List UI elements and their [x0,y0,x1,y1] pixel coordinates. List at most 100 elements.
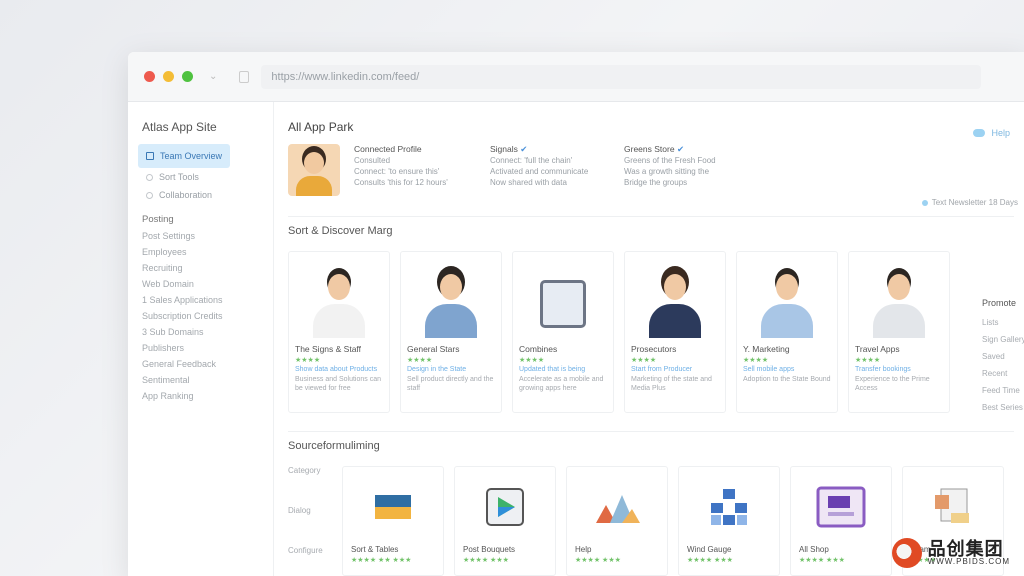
main-content: All App Park Help Text Newsletter 18 Day… [274,102,1024,576]
card-title: Prosecutors [631,344,677,354]
sidebar-link[interactable]: App Ranking [142,388,259,404]
promote-row[interactable]: Lists [982,318,1024,327]
sidebar-link[interactable]: Publishers [142,340,259,356]
promote-row[interactable]: Saved [982,352,1024,361]
card-rating: ★★★★ [519,357,545,364]
close-window-button[interactable] [144,71,155,82]
app-rating: ★★★★ ★★ ★★★ [351,557,412,564]
card-link[interactable]: Transfer bookings [855,366,943,373]
featured-card[interactable]: Combines ★★★★ Updated that is being Acce… [512,251,614,413]
sidebar-item[interactable]: Collaboration [142,186,259,204]
circle-icon [146,191,153,199]
network-icon [687,475,771,539]
grid-icon [146,152,154,160]
profile-column: Signals ✔ Connect: 'full the chain' Acti… [490,144,600,196]
browser-window: ⌄ https://www.linkedin.com/feed/ Atlas A… [128,52,1024,576]
app-card[interactable]: Help ★★★★ ★★★ [566,466,668,576]
promote-row[interactable]: Sign Gallery [982,335,1024,344]
section-heading: Sourceformuliming [288,431,1014,452]
featured-card[interactable]: Travel Apps ★★★★ Transfer bookings Exper… [848,251,950,413]
sidebar-link[interactable]: Recruiting [142,260,259,276]
profile-line: Greens of the Fresh Food [624,156,716,165]
title-bar: ⌄ https://www.linkedin.com/feed/ [128,52,1024,102]
address-bar[interactable]: https://www.linkedin.com/feed/ [261,64,982,89]
profile-line: Connect: 'to ensure this' [354,167,440,176]
sidebar-link[interactable]: 1 Sales Applications [142,292,259,308]
layers-icon [351,475,435,539]
minimize-window-button[interactable] [163,71,174,82]
card-rating: ★★★★ [295,357,321,364]
profile-line: Now shared with data [490,178,567,187]
chevron-down-icon[interactable]: ⌄ [209,71,217,82]
sidebar-item-label: Sort Tools [159,172,199,182]
card-image [631,258,719,338]
verified-icon: ✔ [520,144,528,154]
verified-icon: ✔ [676,144,685,154]
card-link[interactable]: Sell mobile apps [743,366,831,373]
card-link[interactable]: Design in the State [407,366,495,373]
app-title: All Shop [799,545,829,554]
app-rating: ★★★★ ★★★ [575,557,621,564]
tab-icon[interactable] [239,70,250,83]
profile-line: Was a growth sitting the [624,167,710,176]
avatar[interactable] [288,144,340,196]
section-heading: Sort & Discover Marg [288,216,1014,237]
app-title: Wind Gauge [687,545,732,554]
sidebar-item-label: Team Overview [160,151,223,161]
note-text: Text Newsletter 18 Days [931,198,1018,207]
card-link[interactable]: Show data about Products [295,366,383,373]
promote-title: Promote [982,298,1017,308]
promote-panel: Promote Lists Sign Gallery Saved Recent … [982,298,1024,420]
sidebar-item-active[interactable]: Team Overview [138,144,230,168]
top-right-note: Text Newsletter 18 Days [921,198,1018,207]
help-toggle[interactable]: Help [973,128,1010,138]
sidebar-link[interactable]: Web Domain [142,276,259,292]
profile-line: Consulted [354,156,391,165]
sidebar: Atlas App Site Team Overview Sort Tools … [128,102,274,576]
watermark-name: 品创集团 [927,539,1004,559]
circle-icon [146,173,153,181]
help-label: Help [991,128,1010,138]
app-card[interactable]: All Shop ★★★★ ★★★ [790,466,892,576]
promote-row[interactable]: Feed Time [982,386,1024,395]
sidebar-link[interactable]: Subscription Credits [142,308,259,324]
maximize-window-button[interactable] [182,71,193,82]
featured-card[interactable]: Y. Marketing ★★★★ Sell mobile apps Adopt… [736,251,838,413]
app-title: Post Bouquets [463,545,516,554]
card-image [743,258,831,338]
card-rating: ★★★★ [631,357,657,364]
app-rating: ★★★★ ★★★ [687,557,733,564]
card-title: The Signs & Staff [295,344,361,354]
sidebar-link[interactable]: Post Settings [142,228,259,244]
card-title: Combines [519,344,558,354]
window-controls [144,71,193,82]
store-heading: Greens Store [624,144,675,154]
card-rating: ★★★★ [855,357,881,364]
category-label[interactable]: Category [288,466,332,506]
card-image [295,258,383,338]
profile-line: Consults 'this for 12 hours' [354,178,448,187]
promote-row[interactable]: Recent [982,369,1024,378]
promote-row[interactable]: Best Series [982,403,1024,412]
category-label[interactable]: Configure [288,546,332,576]
sidebar-title: Atlas App Site [142,120,217,134]
sidebar-link[interactable]: General Feedback [142,356,259,372]
featured-card[interactable]: Prosecutors ★★★★ Start from Producer Mar… [624,251,726,413]
card-description: Marketing of the state and Media Plus [631,376,712,392]
sidebar-link[interactable]: Employees [142,244,259,260]
app-card[interactable]: Post Bouquets ★★★★ ★★★ [454,466,556,576]
app-card[interactable]: Wind Gauge ★★★★ ★★★ [678,466,780,576]
card-link[interactable]: Start from Producer [631,366,719,373]
category-label[interactable]: Dialog [288,506,332,546]
featured-card[interactable]: The Signs & Staff ★★★★ Show data about P… [288,251,390,413]
sidebar-item[interactable]: Sort Tools [142,168,259,186]
card-description: Adoption to the State Bound [743,376,831,383]
sidebar-link[interactable]: Sentimental [142,372,259,388]
sidebar-link[interactable]: 3 Sub Domains [142,324,259,340]
document-icon [911,475,995,539]
card-link[interactable]: Updated that is being [519,366,607,373]
featured-card[interactable]: General Stars ★★★★ Design in the State S… [400,251,502,413]
card-title: Travel Apps [855,344,900,354]
app-card[interactable]: Sort & Tables ★★★★ ★★ ★★★ [342,466,444,576]
sidebar-item-label: Collaboration [159,190,213,200]
